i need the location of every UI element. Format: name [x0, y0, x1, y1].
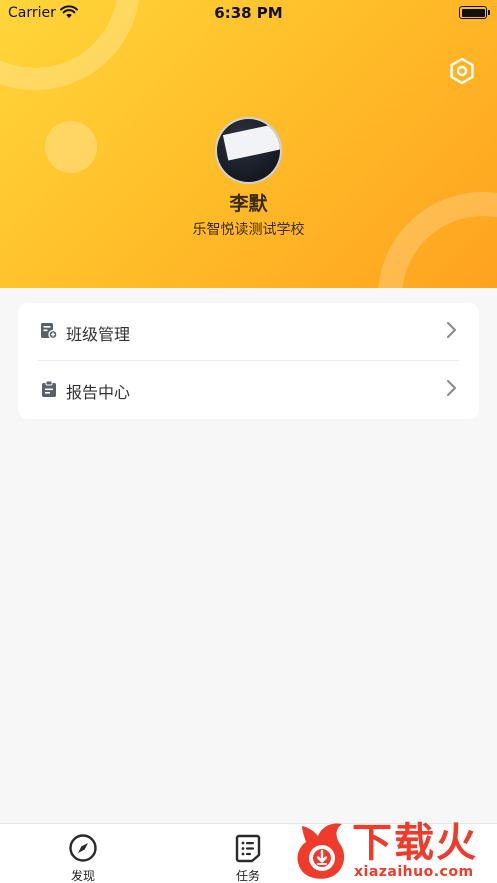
compass-icon [69, 834, 97, 862]
watermark: 下载火 xiazaihuo.com [290, 820, 497, 883]
clipboard-report-icon [42, 380, 56, 397]
tab-discover[interactable]: 发现 [33, 824, 133, 883]
user-name: 李默 [229, 193, 268, 215]
tab-tasks[interactable]: 任务 [198, 824, 298, 883]
menu-card: 班级管理 报告中心 [18, 303, 479, 419]
flame-download-logo-icon [297, 823, 345, 879]
menu-item-class-management[interactable]: 班级管理 [18, 303, 479, 361]
avatar[interactable] [215, 117, 282, 184]
decorative-dot [45, 121, 97, 173]
chevron-right-icon [446, 321, 457, 339]
status-bar: Carrier 6:38 PM [0, 0, 497, 26]
menu-item-label: 报告中心 [66, 383, 131, 402]
chevron-right-icon [446, 379, 457, 397]
menu-item-report-center[interactable]: 报告中心 [18, 361, 479, 419]
status-time: 6:38 PM [214, 4, 283, 22]
avatar-photo-detail [222, 123, 280, 161]
battery-cap [488, 10, 490, 15]
profile-header: Carrier 6:38 PM 李默 乐智悦读测试学校 [0, 0, 497, 288]
school-name: 乐智悦读测试学校 [192, 222, 305, 238]
settings-hexagon-icon[interactable] [448, 57, 476, 85]
tab-label: 任务 [235, 869, 260, 883]
tab-label: 发现 [70, 869, 95, 883]
watermark-site: xiazaihuo.com [354, 864, 474, 880]
watermark-title: 下载火 [352, 820, 478, 866]
menu-item-label: 班级管理 [66, 325, 131, 344]
battery-icon [459, 6, 487, 19]
task-list-icon [235, 834, 261, 863]
class-management-icon [41, 323, 58, 340]
